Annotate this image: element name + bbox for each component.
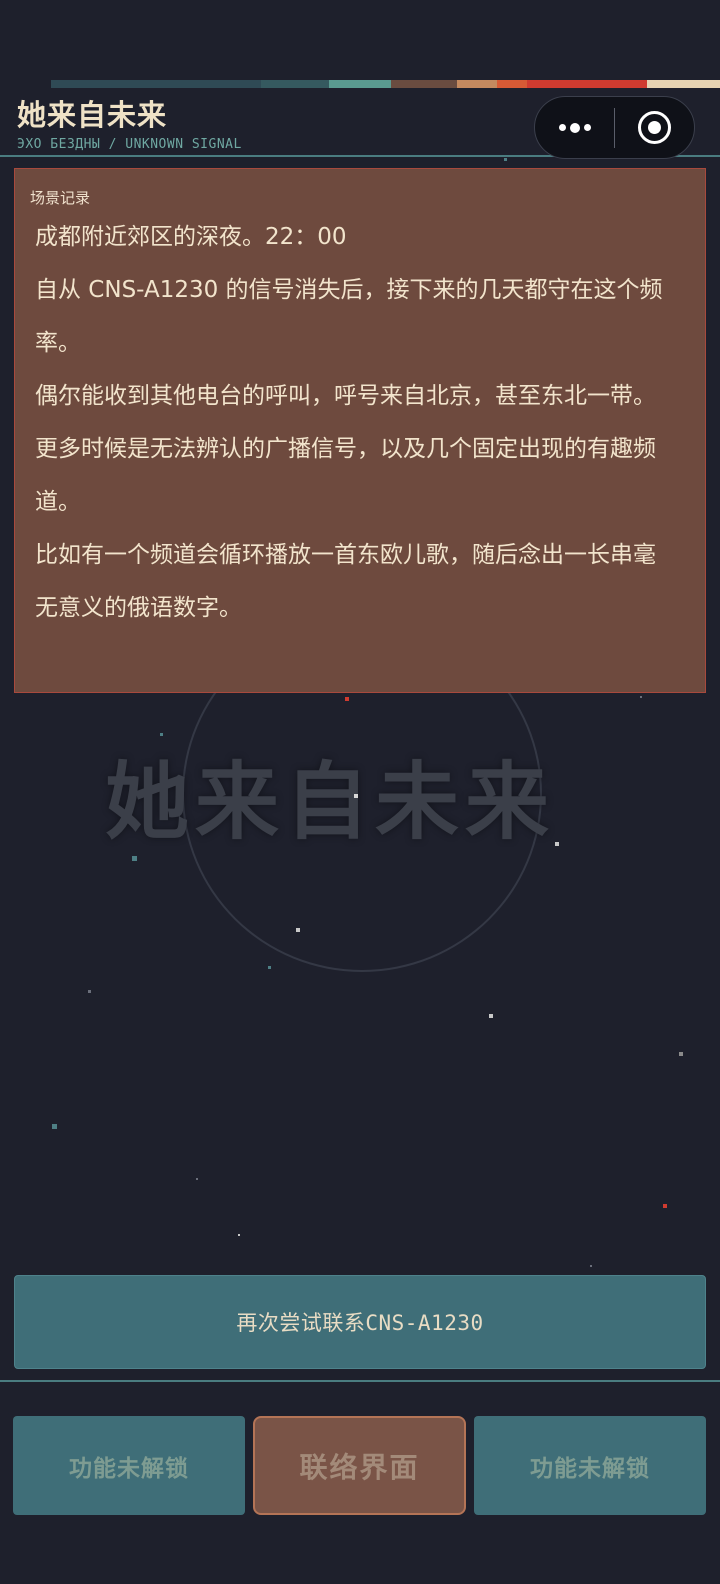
star-dot: [196, 1178, 198, 1180]
stripe-segment: [647, 80, 720, 88]
tab-contact[interactable]: 联络界面: [253, 1416, 466, 1515]
stripe-segment: [51, 80, 261, 88]
target-circle-icon[interactable]: [615, 97, 694, 158]
star-dot: [345, 697, 349, 701]
scene-text: 成都附近郊区的深夜。22：00 自从 CNS-A1230 的信号消失后，接下来的…: [35, 211, 675, 635]
scene-paragraph: 更多时候是无法辨认的广播信号，以及几个固定出现的有趣频道。: [35, 436, 656, 515]
star-dot: [296, 928, 300, 932]
star-dot: [640, 696, 642, 698]
star-dot: [590, 1265, 592, 1267]
star-dot: [354, 794, 358, 798]
star-dot: [679, 1052, 683, 1056]
mini-program-capsule: [534, 96, 695, 159]
scene-paragraph: 偶尔能收到其他电台的呼叫，呼号来自北京，甚至东北一带。: [35, 383, 656, 409]
scene-paragraph: 自从 CNS-A1230 的信号消失后，接下来的几天都守在这个频率。: [35, 277, 663, 356]
stripe-segment: [329, 80, 391, 88]
star-dot: [132, 856, 137, 861]
stripe-segment: [497, 80, 527, 88]
retry-contact-button[interactable]: 再次尝试联系CNS-A1230: [14, 1275, 706, 1369]
scene-paragraph: 成都附近郊区的深夜。22：00: [35, 224, 347, 250]
tab-locked-right[interactable]: 功能未解锁: [474, 1416, 706, 1515]
page-title: 她来自未来: [17, 98, 168, 132]
stripe-segment: [527, 80, 647, 88]
stripe-segment: [261, 80, 329, 88]
star-dot: [268, 966, 271, 969]
tab-locked-left[interactable]: 功能未解锁: [13, 1416, 245, 1515]
star-dot: [555, 842, 559, 846]
star-dot: [160, 733, 163, 736]
star-dot: [663, 1204, 667, 1208]
scene-record-panel: 场景记录 成都附近郊区的深夜。22：00 自从 CNS-A1230 的信号消失后…: [14, 168, 706, 693]
page-subtitle: ЭХО БЕЗДНЫ / UNKNOWN SIGNAL: [17, 137, 242, 152]
scene-label: 场景记录: [30, 189, 91, 207]
stripe-segment: [457, 80, 497, 88]
more-dots-icon[interactable]: [535, 97, 614, 158]
star-dot: [88, 990, 91, 993]
scene-paragraph: 比如有一个频道会循环播放一首东欧儿歌，随后念出一长串毫无意义的俄语数字。: [35, 542, 656, 621]
footer-divider: [0, 1380, 720, 1382]
signal-color-stripe: [51, 80, 720, 88]
watermark-title: 她来自未来: [105, 753, 556, 851]
stripe-segment: [391, 80, 457, 88]
star-dot: [52, 1124, 57, 1129]
star-dot: [504, 158, 507, 161]
star-dot: [238, 1234, 240, 1236]
star-dot: [489, 1014, 493, 1018]
